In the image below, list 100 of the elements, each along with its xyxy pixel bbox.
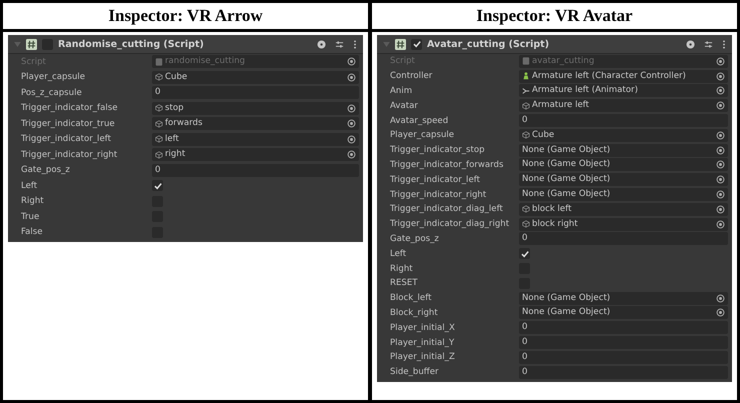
number-field[interactable]: 0 bbox=[519, 232, 728, 246]
field-value: forwards bbox=[165, 117, 204, 130]
cube-icon bbox=[522, 220, 530, 228]
number-field[interactable]: 0 bbox=[152, 164, 359, 177]
object-field[interactable]: block right bbox=[519, 218, 728, 231]
help-icon[interactable] bbox=[317, 40, 326, 48]
checkbox[interactable] bbox=[519, 248, 530, 260]
property-label: Gate_pos_z bbox=[390, 234, 440, 244]
property-label: Left bbox=[390, 248, 408, 259]
property-label: Trigger_indicator_left bbox=[21, 134, 112, 144]
object-field[interactable]: Armature left (Animator) bbox=[519, 84, 728, 98]
menu-icon[interactable] bbox=[722, 40, 726, 48]
settings-icon[interactable] bbox=[704, 40, 713, 48]
checkbox[interactable] bbox=[152, 180, 163, 192]
property-label: Trigger_indicator_forwards bbox=[390, 160, 504, 170]
object-field[interactable]: right bbox=[152, 148, 359, 162]
property-label: Trigger_indicator_false bbox=[21, 103, 119, 114]
script-file-icon bbox=[522, 57, 530, 66]
number-field[interactable]: 0 bbox=[519, 336, 728, 350]
property-label: Player_initial_X bbox=[390, 322, 456, 333]
field-value: stop bbox=[165, 102, 185, 115]
object-field[interactable]: None (Game Object) bbox=[519, 173, 728, 186]
field-value: right bbox=[165, 148, 186, 162]
property-label: Trigger_indicator_stop bbox=[390, 145, 486, 156]
help-icon[interactable] bbox=[686, 40, 695, 48]
field-value: randomise_cutting bbox=[165, 55, 246, 68]
object-field[interactable]: None (Game Object) bbox=[519, 292, 728, 305]
cube-icon bbox=[155, 73, 163, 82]
field-value: None (Game Object) bbox=[522, 292, 612, 305]
field-value: left bbox=[165, 132, 180, 146]
property-label: Controller bbox=[390, 71, 434, 82]
property-label: Player_capsule bbox=[21, 72, 86, 82]
settings-icon[interactable] bbox=[335, 40, 344, 48]
menu-icon[interactable] bbox=[353, 40, 357, 48]
property-label: Player_capsule bbox=[390, 130, 456, 140]
enabled-checkbox[interactable] bbox=[411, 38, 422, 50]
property-label: Gate_pos_z bbox=[21, 165, 71, 176]
object-field[interactable]: None (Game Object) bbox=[519, 158, 728, 172]
property-label: Side_buffer bbox=[390, 367, 440, 378]
number-field[interactable]: 0 bbox=[519, 321, 728, 334]
property-label: True bbox=[21, 212, 40, 222]
property-label: Anim bbox=[390, 86, 414, 96]
field-value: None (Game Object) bbox=[522, 158, 612, 172]
animator-icon bbox=[522, 86, 530, 95]
object-field[interactable]: None (Game Object) bbox=[519, 144, 728, 157]
property-label: Right bbox=[21, 196, 45, 206]
property-label: Avatar_speed bbox=[390, 116, 450, 126]
component-title: Avatar_cutting (Script) bbox=[427, 38, 550, 50]
cube-icon bbox=[155, 150, 163, 159]
script-icon bbox=[26, 38, 37, 50]
property-label: False bbox=[21, 227, 44, 238]
object-field[interactable]: Cube bbox=[519, 128, 728, 142]
object-field[interactable]: left bbox=[152, 132, 359, 146]
object-field[interactable]: None (Game Object) bbox=[519, 188, 728, 202]
property-label: Block_right bbox=[390, 308, 439, 318]
field-value: block left bbox=[532, 202, 572, 216]
object-field[interactable]: None (Game Object) bbox=[519, 306, 728, 320]
field-value: None (Game Object) bbox=[522, 188, 612, 202]
property-label: Trigger_indicator_left bbox=[390, 174, 481, 185]
number-field[interactable]: 0 bbox=[519, 114, 728, 128]
property-label: Pos_z_capsule bbox=[21, 88, 83, 98]
cube-icon bbox=[522, 205, 530, 214]
property-label: Player_initial_Z bbox=[390, 352, 456, 362]
person-icon bbox=[522, 72, 530, 80]
cube-icon bbox=[155, 104, 163, 112]
object-field[interactable]: forwards bbox=[152, 117, 359, 130]
number-field[interactable]: 0 bbox=[519, 366, 728, 379]
object-field[interactable]: Armature left bbox=[519, 99, 728, 112]
property-label: Block_left bbox=[390, 293, 432, 304]
cube-icon bbox=[522, 131, 530, 140]
object-field[interactable]: Armature left (Character Controller) bbox=[519, 70, 728, 83]
field-value: None (Game Object) bbox=[522, 144, 612, 157]
script-icon bbox=[395, 38, 406, 50]
property-label: RESET bbox=[390, 278, 419, 288]
cube-icon bbox=[155, 135, 163, 144]
field-value: None (Game Object) bbox=[522, 173, 612, 186]
inspector-heading: Inspector: VR Avatar bbox=[372, 3, 737, 32]
property-label: Trigger_indicator_true bbox=[21, 118, 116, 129]
property-label: Avatar bbox=[390, 100, 419, 111]
object-field[interactable]: Cube bbox=[152, 70, 359, 84]
property-label: Trigger_indicator_right bbox=[21, 150, 118, 160]
field-value: Armature left (Character Controller) bbox=[532, 70, 687, 83]
field-value: Armature left (Animator) bbox=[532, 84, 639, 98]
property-label: Trigger_indicator_right bbox=[390, 190, 488, 200]
field-value: block right bbox=[532, 218, 579, 231]
field-value: Cube bbox=[532, 128, 556, 142]
component-title: Randomise_cutting (Script) bbox=[58, 38, 205, 50]
number-field[interactable]: 0 bbox=[519, 350, 728, 364]
property-label: Player_initial_Y bbox=[390, 338, 456, 348]
number-field[interactable]: 0 bbox=[152, 86, 359, 100]
field-value: Armature left bbox=[532, 99, 590, 112]
object-field[interactable]: block left bbox=[519, 202, 728, 216]
property-label: Trigger_indicator_diag_right bbox=[390, 219, 510, 230]
field-value: None (Game Object) bbox=[522, 306, 612, 320]
script-file-icon bbox=[155, 58, 163, 66]
property-label: Left bbox=[21, 180, 38, 191]
inspector-heading: Inspector: VR Arrow bbox=[3, 3, 368, 32]
property-label: Trigger_indicator_diag_left bbox=[390, 204, 504, 214]
object-field[interactable]: stop bbox=[152, 102, 359, 115]
cube-icon bbox=[155, 120, 163, 128]
